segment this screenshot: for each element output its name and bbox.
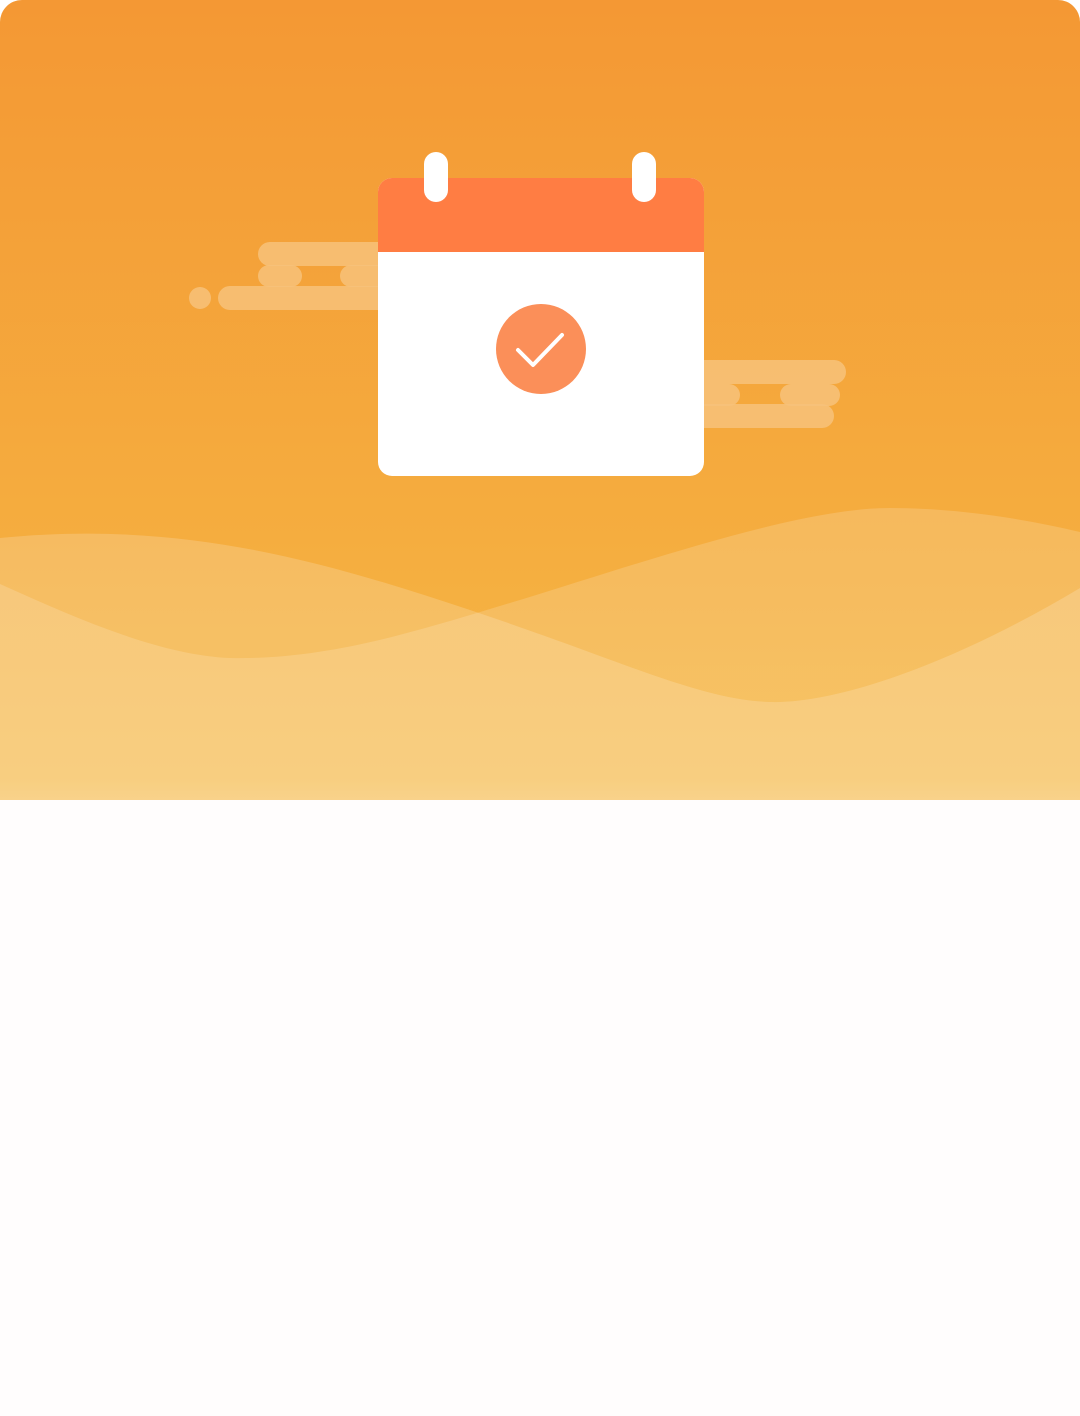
cloud-left-decoration xyxy=(189,242,408,310)
hero-card xyxy=(0,0,1080,1416)
calendar-check-icon xyxy=(378,152,704,476)
cloud-right-decoration xyxy=(690,360,846,428)
content-area xyxy=(0,800,1080,1416)
wave-decoration xyxy=(0,508,1080,800)
hero-illustration xyxy=(0,152,1080,800)
